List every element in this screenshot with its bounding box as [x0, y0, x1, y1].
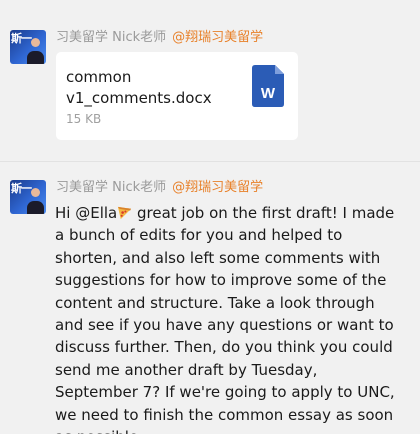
sender-avatar[interactable]: 斯一 [10, 30, 46, 64]
avatar-person-head [31, 38, 40, 47]
avatar-person-body [27, 201, 44, 214]
message-divider [0, 161, 420, 162]
sender-name: 习美留学 Nick老师 [56, 30, 167, 45]
sender-org: @翔瑞习美留学 [172, 180, 264, 195]
message-text-body: great job on the first draft! I made a b… [55, 204, 395, 434]
chat-view: 斯一 习美留学 Nick老师 @翔瑞习美留学 common v1_comments… [0, 0, 420, 434]
file-attachment-card[interactable]: common v1_comments.docx 15 KB W [56, 52, 298, 140]
sender-org: @翔瑞习美留学 [172, 30, 264, 45]
pizza-icon [118, 206, 132, 220]
avatar-person-head [31, 188, 40, 197]
word-doc-icon: W [252, 65, 284, 107]
avatar-text: 斯一 [11, 32, 32, 45]
word-doc-letter: W [261, 85, 276, 102]
message-sender: 习美留学 Nick老师 @翔瑞习美留学 [56, 30, 263, 46]
message-text: Hi @Ella great job on the first draft! I… [55, 202, 405, 434]
message-sender: 习美留学 Nick老师 @翔瑞习美留学 [56, 180, 263, 196]
file-name: common v1_comments.docx [66, 68, 212, 107]
message-text-start: Hi @Ella [55, 204, 118, 222]
avatar-person-body [27, 51, 44, 64]
sender-avatar[interactable]: 斯一 [10, 180, 46, 214]
file-size: 15 KB [66, 112, 102, 126]
sender-name: 习美留学 Nick老师 [56, 180, 167, 195]
avatar-text: 斯一 [11, 182, 32, 195]
